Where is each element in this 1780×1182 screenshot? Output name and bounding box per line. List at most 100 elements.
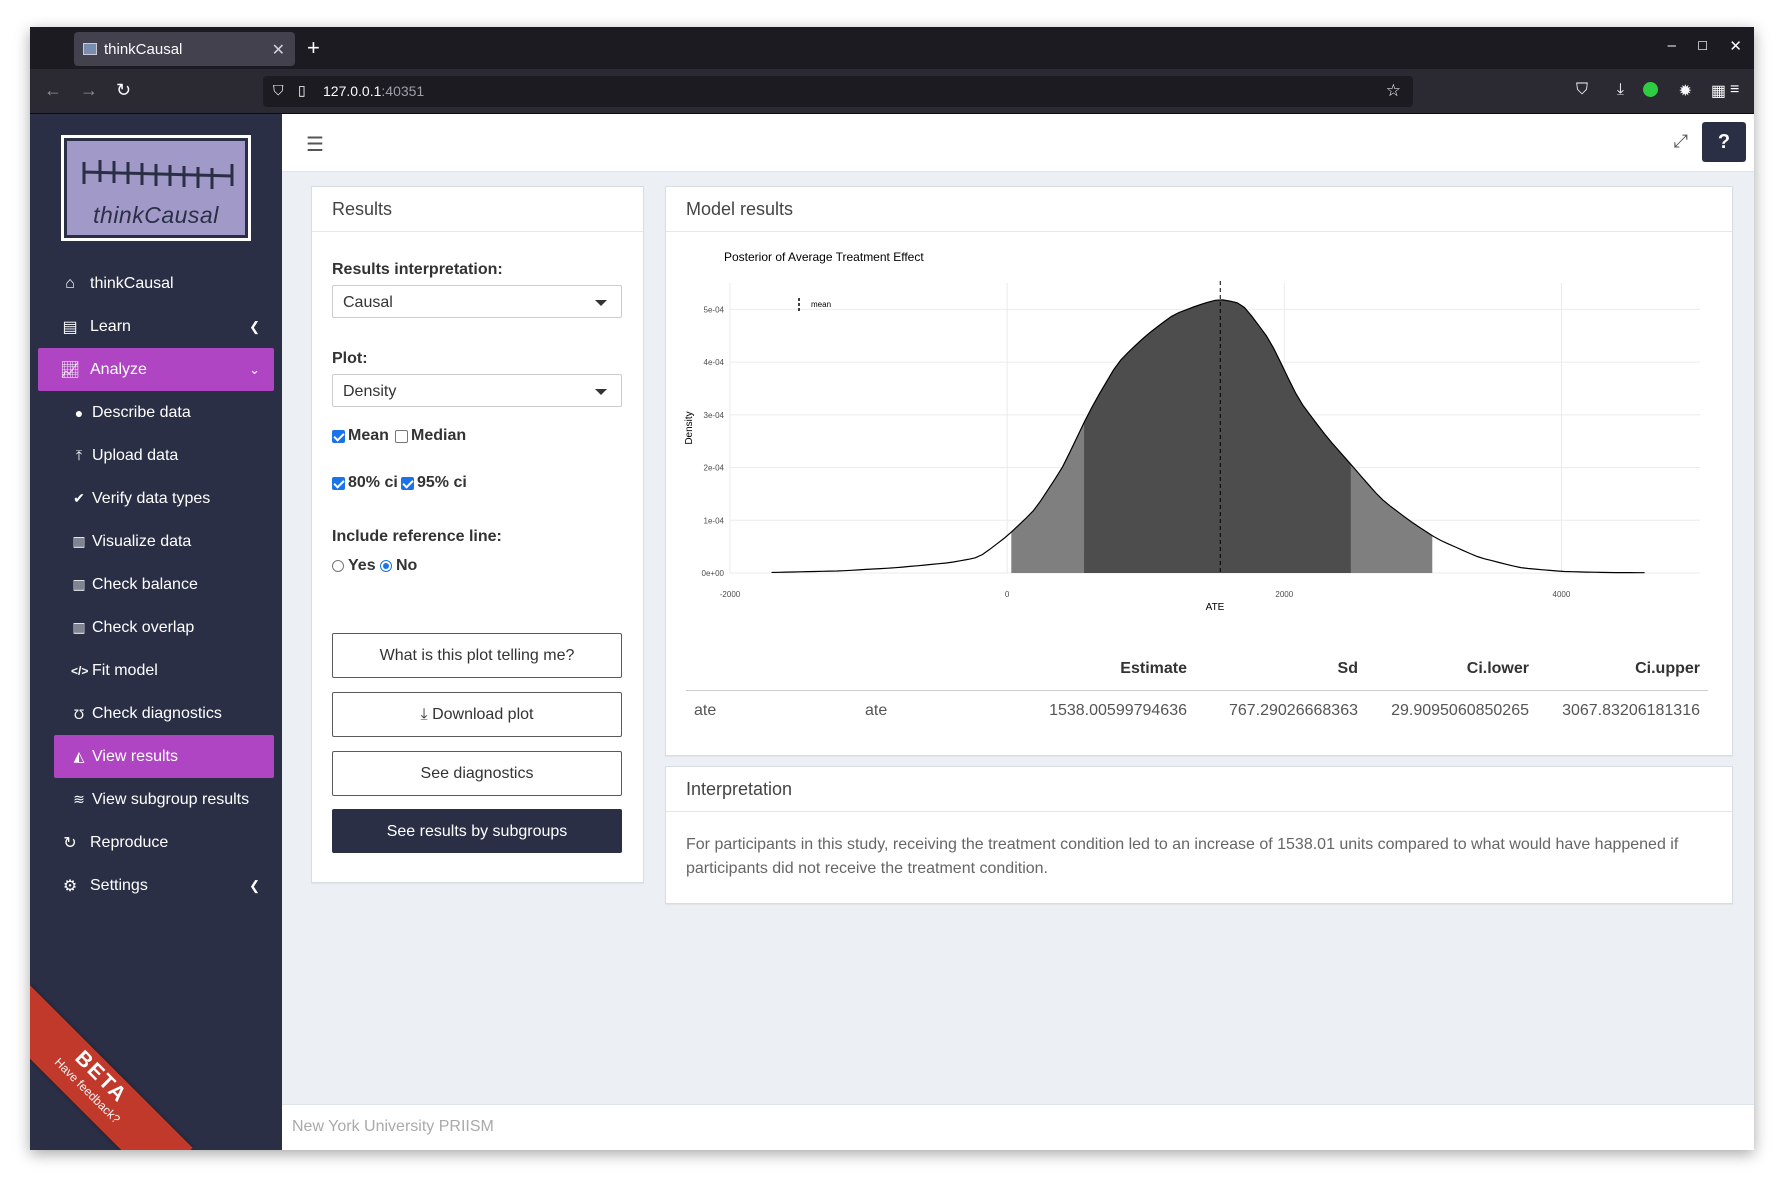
hamburger-menu-icon[interactable]: ☰ <box>306 132 324 157</box>
table-header-sd: Sd <box>1337 660 1358 677</box>
plot-select[interactable]: Density <box>332 374 622 407</box>
chevron-down-icon: ⌄ <box>249 361 260 377</box>
download-icon: ⤓ <box>420 706 428 723</box>
radio-checked[interactable] <box>380 560 392 572</box>
sidebar-item-settings[interactable]: ⚙ Settings ❮ <box>30 864 282 907</box>
model-results-title: Model results <box>666 187 1732 232</box>
checkbox-checked[interactable] <box>332 429 345 443</box>
sidebar: thinkCausal ⌂ thinkCausal ▤ Learn ❮ 📈︎ A… <box>30 114 282 1150</box>
results-interpretation-select[interactable]: Causal <box>332 285 622 318</box>
interpretation-title: Interpretation <box>666 767 1732 812</box>
y-tick-label: 2e-04 <box>704 464 725 473</box>
download-plot-button[interactable]: ⤓ Download plot <box>332 692 622 737</box>
sidebar-item-thinkcausal[interactable]: ⌂ thinkCausal <box>30 262 282 305</box>
url-bar[interactable]: ⛉ ▯ 127.0.0.1:40351 ☆ <box>263 76 1413 107</box>
sidebar-subitem-check-diagnostics[interactable]: Ʊ Check diagnostics <box>30 692 282 735</box>
sidebar-subitem-label: Verify data types <box>92 489 211 507</box>
menu-icon[interactable]: ≡ <box>1730 81 1754 99</box>
browser-tab[interactable]: thinkCausal ✕ <box>74 32 295 66</box>
shield-icon[interactable]: ⛉ <box>273 82 284 99</box>
minimize-icon[interactable]: – <box>1668 37 1676 54</box>
sidebar-subitem-upload-data[interactable]: ⤒ Upload data <box>30 434 282 477</box>
sidebar-item-label: Reproduce <box>90 833 169 851</box>
tab-bar: thinkCausal ✕ + – ☐ ✕ <box>30 27 1754 69</box>
new-tab-icon[interactable]: + <box>307 35 320 61</box>
area-chart-icon: 📈︎ <box>60 361 81 379</box>
ci80-checkbox[interactable]: 80% ci <box>332 474 398 492</box>
sidebar-subitem-label: Fit model <box>92 661 158 679</box>
sidebar-subitem-view-subgroup-results[interactable]: ≋ View subgroup results <box>30 778 282 821</box>
sidebar-item-analyze[interactable]: 📈︎ Analyze ⌄ <box>38 348 274 391</box>
checkbox-label: 95% ci <box>417 474 467 491</box>
x-tick-label: 0 <box>1005 590 1010 599</box>
radio-unchecked[interactable] <box>332 560 344 572</box>
browser-window: thinkCausal ✕ + – ☐ ✕ ← → ↻ ⛉ ▯ 127.0.0.… <box>30 27 1754 1150</box>
gear-icon: ⚙ <box>62 877 78 895</box>
redo-icon: ↻ <box>63 834 77 852</box>
checkbox-checked[interactable] <box>401 476 414 490</box>
chevron-left-icon: ❮ <box>249 877 260 893</box>
logo[interactable]: thinkCausal <box>61 135 251 241</box>
apps-grid-icon[interactable]: ▦ <box>1711 81 1726 101</box>
refline-yes-radio[interactable]: Yes <box>332 557 376 575</box>
bar-chart-icon: ▥ <box>72 576 86 592</box>
sidebar-subitem-check-overlap[interactable]: ▥ Check overlap <box>30 606 282 649</box>
sidebar-subitem-describe-data[interactable]: ● Describe data <box>30 391 282 434</box>
app-header: ☰ ⤢ ? <box>282 114 1754 172</box>
x-tick-label: 2000 <box>1275 590 1293 599</box>
y-axis-label: Density <box>684 411 695 444</box>
upload-icon: ⤒ <box>75 447 83 463</box>
radio-label: No <box>396 557 418 574</box>
checkbox-label: 80% ci <box>348 474 398 491</box>
refline-no-radio[interactable]: No <box>380 557 417 575</box>
sidebar-subitem-view-results[interactable]: ◭ View results <box>54 735 274 778</box>
results-by-subgroups-button[interactable]: See results by subgroups <box>332 809 622 853</box>
maximize-icon[interactable]: ☐ <box>1697 39 1708 53</box>
extension2-icon[interactable]: ✹ <box>1679 81 1692 101</box>
bar-chart-icon: ▥ <box>72 533 86 549</box>
bar-chart-icon: ▥ <box>72 619 86 635</box>
sidebar-subitem-check-balance[interactable]: ▥ Check balance <box>30 563 282 606</box>
interpretation-text: For participants in this study, receivin… <box>686 836 1679 877</box>
y-tick-label: 4e-04 <box>704 358 725 367</box>
help-button[interactable]: ? <box>1702 122 1746 162</box>
caret-down-icon <box>595 389 607 395</box>
select-value: Causal <box>343 294 393 311</box>
results-panel-title: Results <box>312 187 643 232</box>
y-tick-label: 3e-04 <box>704 411 725 420</box>
pocket-icon[interactable]: ⛉ <box>1576 81 1588 99</box>
sidebar-item-learn[interactable]: ▤ Learn ❮ <box>30 305 282 348</box>
x-tick-label: -2000 <box>720 590 741 599</box>
table-divider <box>686 690 1708 691</box>
mean-checkbox[interactable]: Mean <box>332 427 389 445</box>
ci95-checkbox[interactable]: 95% ci <box>401 474 467 492</box>
see-diagnostics-button[interactable]: See diagnostics <box>332 751 622 796</box>
back-icon[interactable]: ← <box>44 80 62 101</box>
tab-close-icon[interactable]: ✕ <box>272 40 285 60</box>
beta-ribbon[interactable]: BETA Have feedback? <box>30 985 193 1150</box>
bookmark-star-icon[interactable]: ☆ <box>1386 81 1401 101</box>
download-icon[interactable]: ⤓ <box>1617 81 1624 99</box>
check-icon: ✔ <box>73 490 85 506</box>
sidebar-subitem-verify-data-types[interactable]: ✔ Verify data types <box>30 477 282 520</box>
plot-explanation-button[interactable]: What is this plot telling me? <box>332 633 622 678</box>
median-checkbox[interactable]: Median <box>395 427 466 445</box>
fullscreen-icon[interactable]: ⤢ <box>1674 131 1688 152</box>
checkbox-unchecked[interactable] <box>395 429 408 443</box>
sidebar-subitem-label: View subgroup results <box>92 790 250 808</box>
url-text: 127.0.0.1:40351 <box>323 83 425 99</box>
legend-label-mean: mean <box>811 300 831 309</box>
chevron-left-icon: ❮ <box>249 318 260 334</box>
forward-icon[interactable]: → <box>80 80 98 101</box>
sidebar-subitem-label: Describe data <box>92 403 191 421</box>
sidebar-subitem-visualize-data[interactable]: ▥ Visualize data <box>30 520 282 563</box>
radio-label: Yes <box>348 557 376 574</box>
reload-icon[interactable]: ↻ <box>116 80 131 101</box>
home-icon: ⌂ <box>65 274 75 292</box>
window-close-icon[interactable]: ✕ <box>1729 37 1742 55</box>
sidebar-item-reproduce[interactable]: ↻ Reproduce <box>30 821 282 864</box>
sidebar-subitem-fit-model[interactable]: </> Fit model <box>30 649 282 692</box>
sidebar-subitem-label: Visualize data <box>92 532 192 550</box>
extension-icon[interactable] <box>1643 82 1658 102</box>
checkbox-checked[interactable] <box>332 476 345 490</box>
